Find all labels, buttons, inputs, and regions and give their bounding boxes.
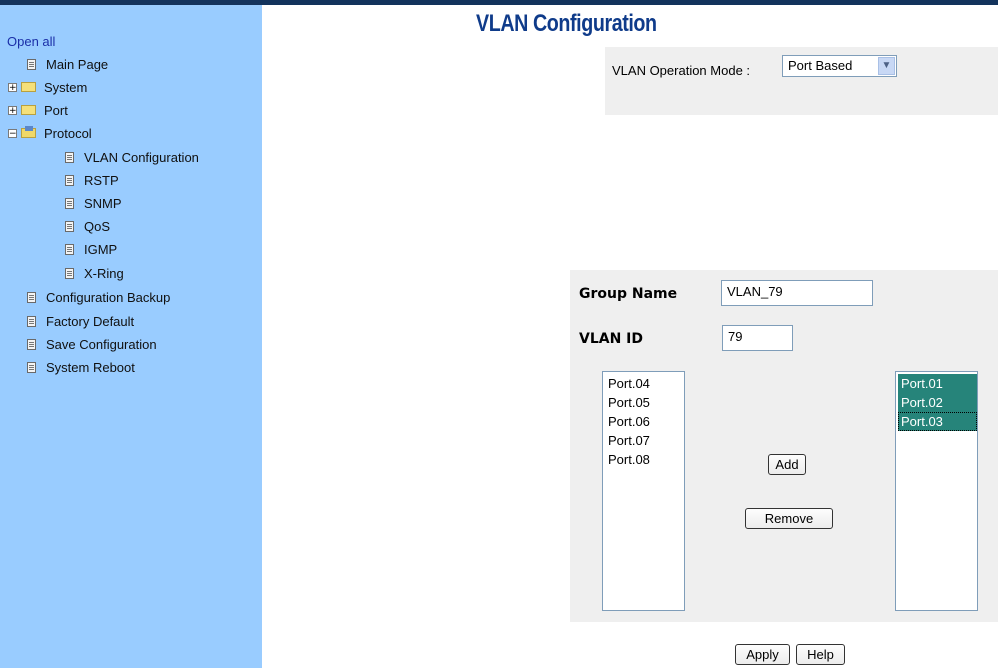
sidebar-item-label: System Reboot bbox=[46, 359, 135, 375]
page-icon bbox=[27, 58, 36, 70]
sidebar-item-snmp[interactable]: SNMP bbox=[65, 194, 122, 212]
help-button[interactable]: Help bbox=[796, 644, 845, 665]
sidebar-item-system[interactable]: + System bbox=[8, 78, 87, 96]
sidebar-item-x-ring[interactable]: X-Ring bbox=[65, 264, 124, 282]
sidebar-item-label: Save Configuration bbox=[46, 336, 157, 352]
sidebar-item-label: RSTP bbox=[84, 172, 119, 188]
group-name-label: Group Name bbox=[579, 286, 678, 302]
page-icon bbox=[27, 315, 36, 327]
apply-button[interactable]: Apply bbox=[735, 644, 790, 665]
add-button[interactable]: Add bbox=[768, 454, 806, 475]
page-icon bbox=[65, 267, 74, 279]
sidebar-item-qos[interactable]: QoS bbox=[65, 217, 110, 235]
chevron-down-icon[interactable]: ▼ bbox=[878, 57, 895, 75]
available-port-option[interactable]: Port.08 bbox=[605, 450, 684, 469]
expand-icon[interactable]: + bbox=[8, 82, 17, 92]
sidebar-item-factory-default[interactable]: Factory Default bbox=[27, 312, 134, 330]
sidebar-item-rstp[interactable]: RSTP bbox=[65, 171, 119, 189]
sidebar-item-port[interactable]: + Port bbox=[8, 101, 68, 119]
folder-icon bbox=[21, 105, 36, 115]
vlan-mode-label: VLAN Operation Mode : bbox=[612, 63, 751, 78]
page-icon bbox=[27, 361, 36, 373]
sidebar-item-protocol[interactable]: − Protocol bbox=[8, 124, 92, 142]
vlan-mode-select[interactable]: Port Based ▼ bbox=[782, 55, 897, 77]
available-port-option[interactable]: Port.04 bbox=[605, 374, 684, 393]
group-name-input[interactable]: VLAN_79 bbox=[721, 280, 873, 306]
available-port-option[interactable]: Port.07 bbox=[605, 431, 684, 450]
member-port-option[interactable]: Port.03 bbox=[898, 412, 977, 431]
sidebar-item-label: Factory Default bbox=[46, 313, 135, 329]
member-ports-list[interactable]: Port.01 Port.02 Port.03 bbox=[895, 371, 978, 611]
sidebar-item-system-reboot[interactable]: System Reboot bbox=[27, 358, 135, 376]
sidebar-item-igmp[interactable]: IGMP bbox=[65, 240, 117, 258]
collapse-icon[interactable]: − bbox=[8, 128, 17, 138]
page-title: VLAN Configuration bbox=[476, 10, 657, 37]
sidebar-item-label: System bbox=[44, 79, 88, 95]
sidebar-item-save-configuration[interactable]: Save Configuration bbox=[27, 335, 157, 353]
expand-icon[interactable]: + bbox=[8, 105, 17, 115]
page-icon bbox=[65, 197, 74, 209]
sidebar-item-label: X-Ring bbox=[84, 265, 124, 281]
page-icon bbox=[65, 243, 74, 255]
remove-button[interactable]: Remove bbox=[745, 508, 833, 529]
page-icon bbox=[27, 338, 36, 350]
page-icon bbox=[65, 174, 74, 186]
sidebar-item-label: Port bbox=[44, 102, 68, 118]
vlan-mode-value: Port Based bbox=[788, 58, 853, 73]
folder-icon bbox=[21, 82, 36, 92]
page-icon bbox=[27, 291, 36, 303]
vlan-id-input[interactable]: 79 bbox=[722, 325, 793, 351]
open-all-link[interactable]: Open all bbox=[7, 34, 55, 49]
available-ports-list[interactable]: Port.04 Port.05 Port.06 Port.07 Port.08 bbox=[602, 371, 685, 611]
sidebar-item-label: Configuration Backup bbox=[46, 289, 171, 305]
page-icon bbox=[65, 220, 74, 232]
vlan-id-label: VLAN ID bbox=[579, 331, 644, 347]
open-folder-icon bbox=[21, 126, 36, 138]
available-port-option[interactable]: Port.06 bbox=[605, 412, 684, 431]
page-icon bbox=[65, 151, 74, 163]
sidebar-item-label: IGMP bbox=[84, 241, 118, 257]
member-port-option[interactable]: Port.01 bbox=[898, 374, 977, 393]
sidebar-item-label: Protocol bbox=[44, 125, 92, 141]
sidebar-item-main-page[interactable]: Main Page bbox=[27, 55, 108, 73]
sidebar-item-label: QoS bbox=[84, 218, 111, 234]
sidebar-item-configuration-backup[interactable]: Configuration Backup bbox=[27, 288, 170, 306]
sidebar-item-label: SNMP bbox=[84, 195, 122, 211]
available-port-option[interactable]: Port.05 bbox=[605, 393, 684, 412]
sidebar-item-vlan-configuration[interactable]: VLAN Configuration bbox=[65, 148, 199, 166]
sidebar-item-label: Main Page bbox=[46, 56, 109, 72]
sidebar-item-label: VLAN Configuration bbox=[84, 149, 199, 165]
member-port-option[interactable]: Port.02 bbox=[898, 393, 977, 412]
